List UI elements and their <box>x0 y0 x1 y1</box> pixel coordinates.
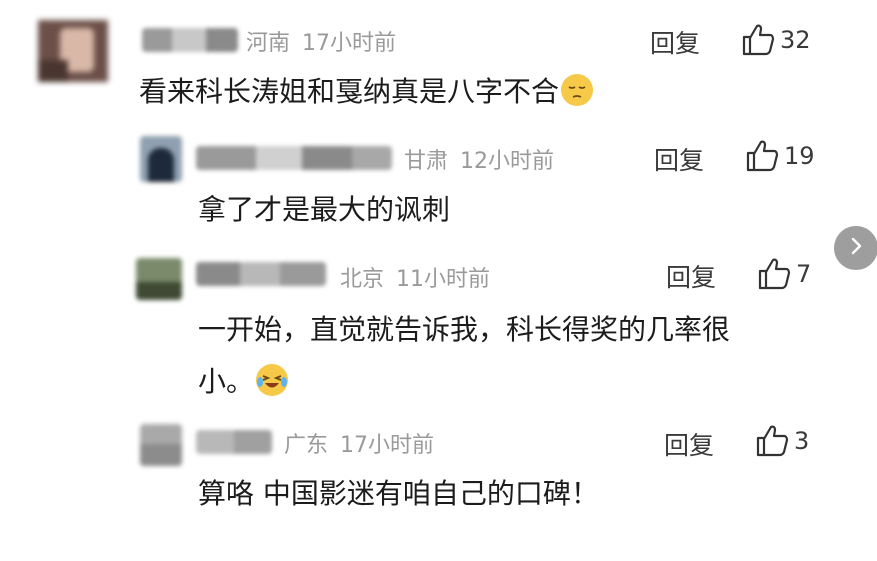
next-button[interactable] <box>834 226 877 270</box>
comment-meta: 北京 11小时前 <box>340 261 490 293</box>
thumbs-up-icon <box>744 138 780 174</box>
like-button[interactable]: 3 <box>754 423 809 459</box>
location-label: 甘肃 <box>404 149 449 174</box>
like-count: 7 <box>796 260 812 288</box>
timestamp: 17小时前 <box>340 433 435 458</box>
like-count: 3 <box>794 427 810 455</box>
timestamp: 17小时前 <box>302 31 397 56</box>
comment-text-line: 小。 <box>198 358 730 406</box>
location-label: 北京 <box>340 267 385 292</box>
reply-button[interactable]: 回复 <box>654 141 704 177</box>
like-count: 19 <box>784 142 815 170</box>
username-blurred[interactable] <box>196 146 392 170</box>
crying-laughing-emoji <box>256 364 289 396</box>
thumbs-up-icon <box>740 22 776 58</box>
location-label: 河南 <box>246 31 291 56</box>
like-button[interactable]: 19 <box>744 138 815 174</box>
thumbs-up-icon <box>756 256 792 292</box>
comment-meta: 甘肃 12小时前 <box>404 143 554 175</box>
reply-button[interactable]: 回复 <box>650 24 700 60</box>
location-label: 广东 <box>284 433 329 458</box>
avatar[interactable] <box>38 20 108 82</box>
reply-button[interactable]: 回复 <box>664 426 714 462</box>
comment-text: 看来科长涛姐和戛纳真是八字不合 <box>139 68 594 116</box>
comment-text: 拿了才是最大的讽刺 <box>198 193 451 226</box>
avatar[interactable] <box>140 136 182 182</box>
thumbs-up-icon <box>754 423 790 459</box>
avatar[interactable] <box>136 258 182 300</box>
comment-meta: 河南 17小时前 <box>246 25 396 57</box>
comment-text: 一开始，直觉就告诉我，科长得奖的几率很 小。 <box>198 306 730 406</box>
avatar[interactable] <box>140 424 182 466</box>
reply-button[interactable]: 回复 <box>666 258 716 294</box>
username-blurred[interactable] <box>142 28 238 52</box>
timestamp: 11小时前 <box>396 267 491 292</box>
comment-text-line: 一开始，直觉就告诉我，科长得奖的几率很 <box>198 313 731 346</box>
like-button[interactable]: 32 <box>740 22 811 58</box>
comment-meta: 广东 17小时前 <box>284 427 434 459</box>
timestamp: 12小时前 <box>460 149 555 174</box>
comment-text-body: 看来科长涛姐和戛纳真是八字不合 <box>139 75 560 108</box>
username-blurred[interactable] <box>196 430 272 454</box>
pensive-face-emoji <box>561 74 594 106</box>
username-blurred[interactable] <box>196 262 326 286</box>
comment-text-line-end: 小。 <box>198 365 255 398</box>
chevron-right-icon <box>846 236 866 260</box>
like-count: 32 <box>780 26 811 54</box>
comment-text: 算咯 中国影迷有咱自己的口碑！ <box>198 477 599 510</box>
like-button[interactable]: 7 <box>756 256 811 292</box>
